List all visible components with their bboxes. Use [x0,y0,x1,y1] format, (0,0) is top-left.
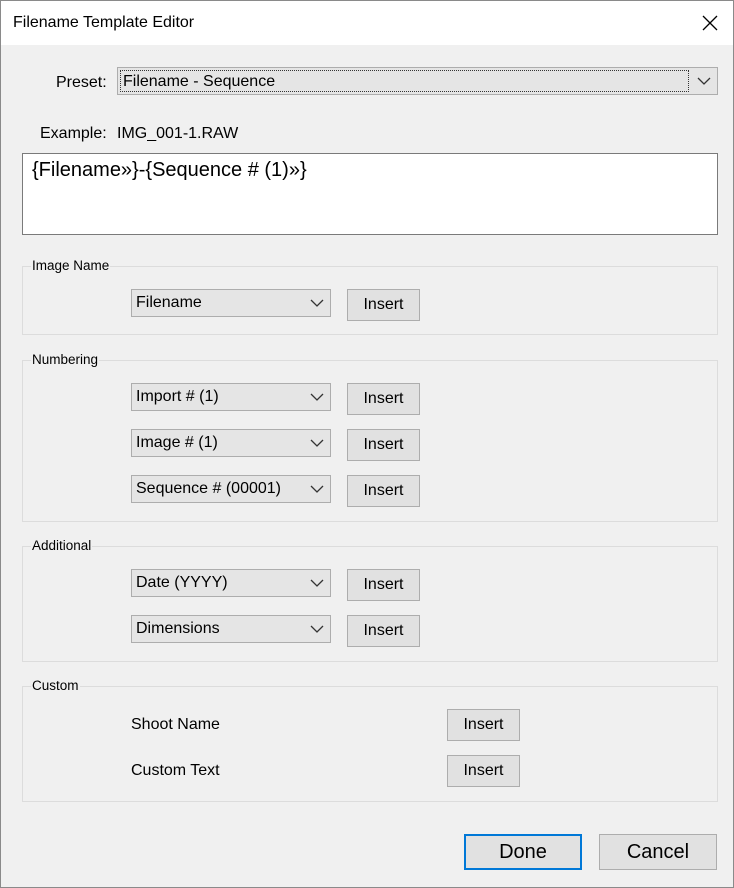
image-number-dropdown[interactable]: Image # (1) [131,429,331,457]
shoot-name-label: Shoot Name [131,716,220,733]
chevron-down-icon [310,299,324,307]
dropdown-value: Date (YYYY) [136,574,228,591]
example-label: Example: [40,125,107,142]
close-icon [702,15,718,31]
sequence-number-dropdown[interactable]: Sequence # (00001) [131,475,331,503]
preset-label: Preset: [56,74,107,91]
chevron-down-icon [310,625,324,633]
dropdown-value: Filename [136,294,202,311]
insert-sequence-number-button[interactable]: Insert [347,475,420,507]
insert-image-number-button[interactable]: Insert [347,429,420,461]
group-title-custom: Custom [31,678,80,694]
template-text: {Filename»}-{Sequence # (1)»} [32,159,307,181]
import-number-dropdown[interactable]: Import # (1) [131,383,331,411]
dimensions-dropdown[interactable]: Dimensions [131,615,331,643]
chevron-down-icon [310,393,324,401]
title-bar: Filename Template Editor [1,1,733,45]
insert-image-name-button[interactable]: Insert [347,289,420,321]
dropdown-value: Dimensions [136,620,220,637]
cancel-button[interactable]: Cancel [599,834,717,870]
preset-select[interactable]: Filename - Sequence [117,67,718,95]
insert-custom-text-button[interactable]: Insert [447,755,520,787]
done-button[interactable]: Done [464,834,582,870]
insert-import-number-button[interactable]: Insert [347,383,420,415]
preset-value: Filename - Sequence [120,70,689,92]
group-title-additional: Additional [31,538,93,554]
close-button[interactable] [687,1,733,45]
date-dropdown[interactable]: Date (YYYY) [131,569,331,597]
chevron-down-icon [310,439,324,447]
custom-text-label: Custom Text [131,762,220,779]
dropdown-value: Sequence # (00001) [136,480,281,497]
dialog-window: Filename Template Editor Preset: Filenam… [0,0,734,888]
chevron-down-icon [697,77,711,85]
insert-dimensions-button[interactable]: Insert [347,615,420,647]
dropdown-value: Import # (1) [136,388,219,405]
dropdown-value: Image # (1) [136,434,218,451]
template-textarea[interactable]: {Filename»}-{Sequence # (1)»} [22,153,718,235]
group-title-image-name: Image Name [31,258,111,274]
insert-shoot-name-button[interactable]: Insert [447,709,520,741]
image-name-dropdown[interactable]: Filename [131,289,331,317]
group-custom: Custom [22,678,718,802]
group-title-numbering: Numbering [31,352,100,368]
insert-date-button[interactable]: Insert [347,569,420,601]
chevron-down-icon [310,485,324,493]
chevron-down-icon [310,579,324,587]
window-title: Filename Template Editor [13,14,195,31]
example-value: IMG_001-1.RAW [117,125,239,142]
